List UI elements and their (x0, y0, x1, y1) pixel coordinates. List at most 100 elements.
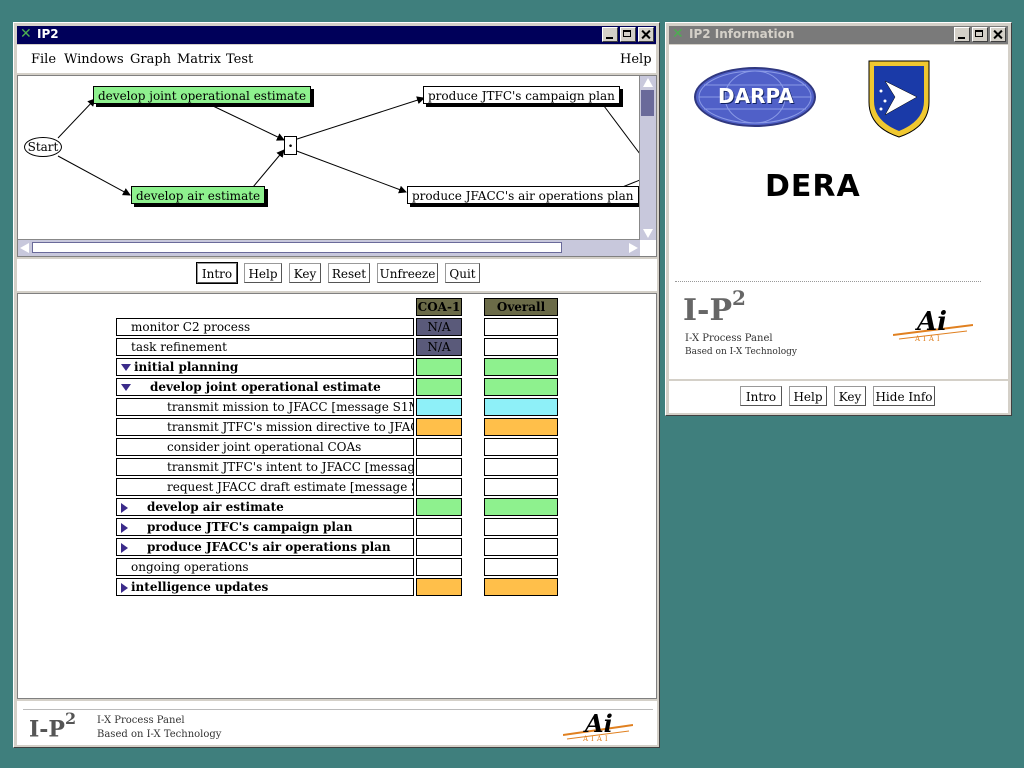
overall-cell[interactable] (484, 578, 558, 596)
unfreeze-button[interactable]: Unfreeze (377, 263, 438, 283)
info-key-button[interactable]: Key (834, 386, 866, 406)
graph-node-develop-air-estimate[interactable]: develop air estimate (131, 186, 266, 204)
graph-join-node[interactable]: . (284, 136, 297, 155)
coa-1-cell[interactable] (416, 438, 462, 456)
scroll-down-icon[interactable] (643, 229, 653, 238)
maximize-icon[interactable] (620, 27, 636, 42)
row-label[interactable]: transmit JTFC's mission directive to JFA… (116, 418, 414, 436)
info-aiai-logo-text: Ai (917, 307, 948, 337)
menu-file[interactable]: File (31, 52, 56, 67)
graph-node-produce-jfacc-air-operations-plan[interactable]: produce JFACC's air operations plan (407, 186, 639, 204)
scroll-h-thumb[interactable] (32, 242, 562, 253)
info-titlebar[interactable]: ✕ IP2 Information (669, 26, 1008, 44)
expanded-triangle-icon[interactable] (121, 364, 131, 371)
overall-cell[interactable] (484, 538, 558, 556)
row-label[interactable]: initial planning (116, 358, 414, 376)
minimize-icon[interactable] (602, 27, 618, 42)
row-label[interactable]: produce JTFC's campaign plan (116, 518, 414, 536)
intro-button[interactable]: Intro (196, 262, 238, 284)
coa-1-cell[interactable] (416, 578, 462, 596)
row-label[interactable]: develop air estimate (116, 498, 414, 516)
menu-test[interactable]: Test (226, 52, 253, 67)
row-label-text: transmit mission to JFACC [message S1M1a… (167, 400, 414, 414)
coa-1-cell[interactable] (416, 458, 462, 476)
overall-cell[interactable] (484, 318, 558, 336)
overall-cell[interactable] (484, 378, 558, 396)
scroll-left-icon[interactable] (20, 243, 29, 253)
row-label[interactable]: produce JFACC's air operations plan (116, 538, 414, 556)
info-intro-button[interactable]: Intro (740, 386, 782, 406)
overall-cell[interactable] (484, 438, 558, 456)
scroll-thumb[interactable] (641, 90, 654, 116)
collapsed-triangle-icon[interactable] (121, 502, 128, 513)
graph-node-develop-joint-operational-estimate[interactable]: develop joint operational estimate (93, 86, 312, 104)
coa-1-cell[interactable]: N/A (416, 338, 462, 356)
reset-button[interactable]: Reset (328, 263, 370, 283)
overall-cell[interactable] (484, 498, 558, 516)
collapsed-triangle-icon[interactable] (121, 582, 128, 593)
main-button-row: Intro Help Key Reset Unfreeze Quit (17, 259, 657, 291)
coa-1-cell[interactable] (416, 498, 462, 516)
app-x-icon: ✕ (20, 26, 32, 42)
close-icon[interactable] (638, 27, 654, 42)
graph-horizontal-scrollbar[interactable] (18, 239, 640, 256)
info-aiai-logo-sub: AIAI (915, 335, 943, 343)
scroll-up-icon[interactable] (643, 78, 653, 87)
coa-1-cell[interactable] (416, 398, 462, 416)
coa-1-cell[interactable] (416, 418, 462, 436)
main-titlebar[interactable]: ✕ IP2 (17, 26, 656, 44)
row-label[interactable]: ongoing operations (116, 558, 414, 576)
close-icon[interactable] (990, 27, 1006, 42)
menu-windows[interactable]: Windows (64, 52, 124, 67)
menu-graph[interactable]: Graph (130, 52, 171, 67)
row-label[interactable]: transmit mission to JFACC [message S1M1a… (116, 398, 414, 416)
maximize-icon[interactable] (972, 27, 988, 42)
overall-cell[interactable] (484, 518, 558, 536)
info-aiai-logo-icon: Ai AIAI (892, 307, 974, 345)
row-label[interactable]: request JFACC draft estimate [message S1… (116, 478, 414, 496)
coa-1-cell[interactable] (416, 478, 462, 496)
collapsed-triangle-icon[interactable] (121, 522, 128, 533)
overall-cell[interactable] (484, 398, 558, 416)
row-label[interactable]: task refinement (116, 338, 414, 356)
menu-matrix[interactable]: Matrix (177, 52, 221, 67)
expanded-triangle-icon[interactable] (121, 384, 131, 391)
coa-1-cell[interactable] (416, 538, 462, 556)
row-label[interactable]: transmit JTFC's intent to JFACC [message… (116, 458, 414, 476)
scroll-right-icon[interactable] (629, 243, 638, 253)
overall-cell[interactable] (484, 338, 558, 356)
graph-start-node[interactable]: Start (24, 137, 62, 157)
coa-1-cell[interactable] (416, 378, 462, 396)
footer-logo-sup: 2 (64, 709, 77, 728)
row-label[interactable]: consider joint operational COAs (116, 438, 414, 456)
info-line1: I-X Process Panel (685, 333, 773, 344)
coa-1-cell[interactable] (416, 558, 462, 576)
coa-1-cell[interactable] (416, 358, 462, 376)
quit-button[interactable]: Quit (445, 263, 480, 283)
help-button[interactable]: Help (244, 263, 282, 283)
graph-panel: Start . develop joint operational estima… (17, 75, 657, 257)
collapsed-triangle-icon[interactable] (121, 542, 128, 553)
overall-cell[interactable] (484, 418, 558, 436)
key-button[interactable]: Key (289, 263, 321, 283)
graph-node-produce-jtfc-campaign-plan[interactable]: produce JTFC's campaign plan (423, 86, 620, 104)
coa-1-cell[interactable] (416, 518, 462, 536)
info-panel-logo: I-P2 (683, 286, 746, 328)
row-label[interactable]: monitor C2 process (116, 318, 414, 336)
menu-help[interactable]: Help (620, 52, 652, 67)
info-help-button[interactable]: Help (789, 386, 827, 406)
air-force-shield-icon (859, 57, 939, 139)
overall-cell[interactable] (484, 478, 558, 496)
row-label[interactable]: intelligence updates (116, 578, 414, 596)
overall-cell[interactable] (484, 558, 558, 576)
minimize-icon[interactable] (954, 27, 970, 42)
coa-1-cell[interactable]: N/A (416, 318, 462, 336)
row-label-text: initial planning (134, 360, 239, 374)
graph-vertical-scrollbar[interactable] (639, 76, 656, 240)
overall-cell[interactable] (484, 358, 558, 376)
footer-line1: I-X Process Panel (97, 715, 185, 726)
row-label[interactable]: develop joint operational estimate (116, 378, 414, 396)
hide-info-button[interactable]: Hide Info (873, 386, 935, 406)
row-label-text: transmit JTFC's intent to JFACC [message… (167, 460, 413, 474)
overall-cell[interactable] (484, 458, 558, 476)
